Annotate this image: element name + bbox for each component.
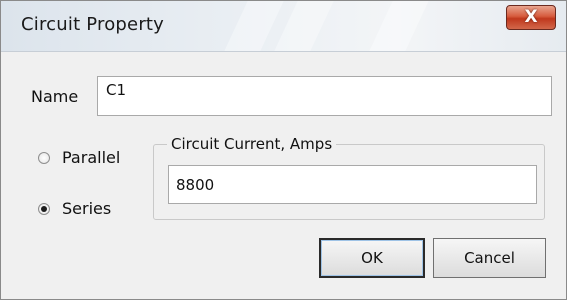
dialog-title: Circuit Property	[21, 14, 165, 35]
ok-button[interactable]: OK	[319, 238, 425, 278]
title-bar-decoration	[369, 1, 429, 51]
parallel-radio-label: Parallel	[62, 148, 121, 167]
series-radio-label: Series	[62, 199, 112, 218]
series-radio-button[interactable]	[38, 202, 50, 215]
series-radio-option[interactable]: Series	[38, 199, 111, 218]
close-icon: X	[524, 7, 538, 27]
title-bar-decoration	[274, 1, 334, 51]
dialog-body: Name Parallel Series Circuit Current, Am…	[1, 52, 566, 299]
circuit-current-label: Circuit Current, Amps	[167, 135, 337, 153]
cancel-button[interactable]: Cancel	[433, 238, 546, 278]
name-label: Name	[31, 87, 79, 106]
title-bar[interactable]: Circuit Property X	[1, 1, 566, 52]
name-input[interactable]	[97, 76, 552, 116]
close-button[interactable]: X	[506, 5, 556, 30]
circuit-property-dialog: Circuit Property X Name Parallel Series …	[0, 0, 567, 300]
parallel-radio-option[interactable]: Parallel	[38, 148, 120, 167]
parallel-radio-button[interactable]	[38, 151, 50, 164]
circuit-current-input[interactable]	[168, 165, 537, 204]
title-bar-decoration	[224, 1, 284, 51]
